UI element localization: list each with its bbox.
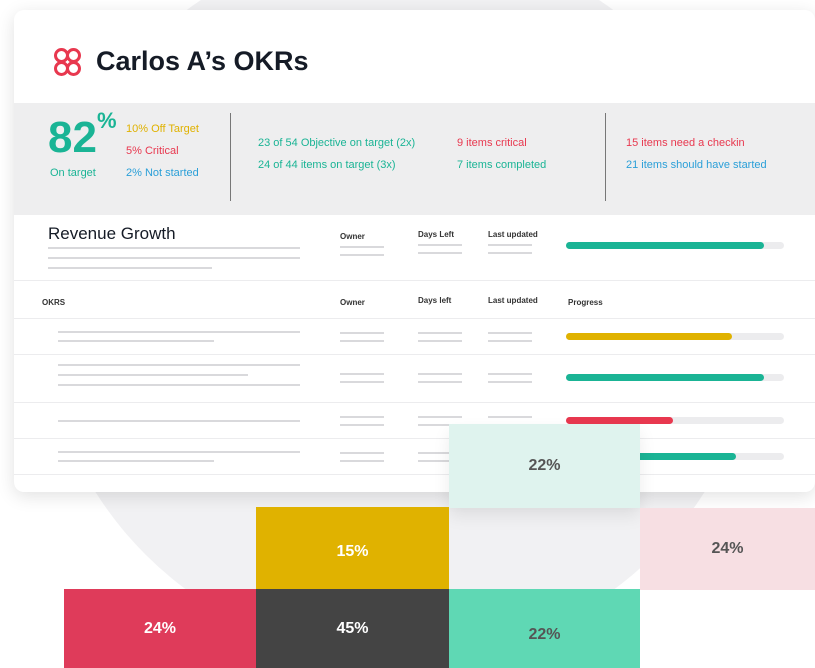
dark-tile: 45% — [256, 589, 449, 668]
row-progress-bar — [566, 333, 784, 340]
on-target-percent: 82% — [48, 108, 117, 162]
last-updated-header: Last updated — [488, 296, 538, 305]
should-have-started: 21 items should have started — [626, 159, 767, 171]
on-target-label: On target — [50, 167, 96, 179]
owner-header: Owner — [340, 232, 365, 241]
green-tile: 22% — [449, 589, 640, 668]
red-tile: 24% — [64, 589, 256, 668]
logo-icon — [54, 48, 81, 78]
objective-progress-bar — [566, 242, 784, 249]
owner-header: Owner — [340, 298, 365, 307]
last-updated-header: Last updated — [488, 230, 538, 239]
placeholder-line — [48, 267, 212, 269]
card-header: Carlos A’s OKRs — [14, 10, 815, 103]
off-target-stat: 10% Off Target — [126, 123, 199, 135]
objective-title[interactable]: Revenue Growth — [48, 224, 176, 244]
progress-header: Progress — [568, 298, 603, 307]
divider — [605, 113, 606, 201]
placeholder-line — [48, 257, 300, 259]
objectives-on-target: 23 of 54 Objective on target (2x) — [258, 137, 416, 149]
pink-tile: 24% — [640, 508, 815, 590]
critical-stat: 5% Critical — [126, 145, 179, 157]
row-progress-bar — [566, 374, 784, 381]
not-started-stat: 2% Not started — [126, 167, 199, 179]
placeholder-line — [48, 247, 300, 249]
divider — [230, 113, 231, 201]
days-left-header: Days Left — [418, 230, 455, 239]
yellow-tile: 15% — [256, 507, 449, 597]
need-checkin: 15 items need a checkin — [626, 137, 745, 149]
days-left-header: Days left — [418, 296, 452, 305]
okrs-header: OKRS — [42, 298, 66, 307]
summary-panel: 82% On target 10% Off Target 5% Critical… — [14, 103, 815, 215]
row-progress-bar — [566, 417, 784, 424]
items-critical: 9 items critical — [457, 137, 527, 149]
okr-card: Carlos A’s OKRs 82% On target 10% Off Ta… — [14, 10, 815, 492]
page-title: Carlos A’s OKRs — [96, 46, 309, 76]
items-on-target: 24 of 44 items on target (3x) — [258, 159, 396, 171]
mint-tile: 22% — [449, 424, 640, 508]
items-completed: 7 items completed — [457, 159, 547, 171]
